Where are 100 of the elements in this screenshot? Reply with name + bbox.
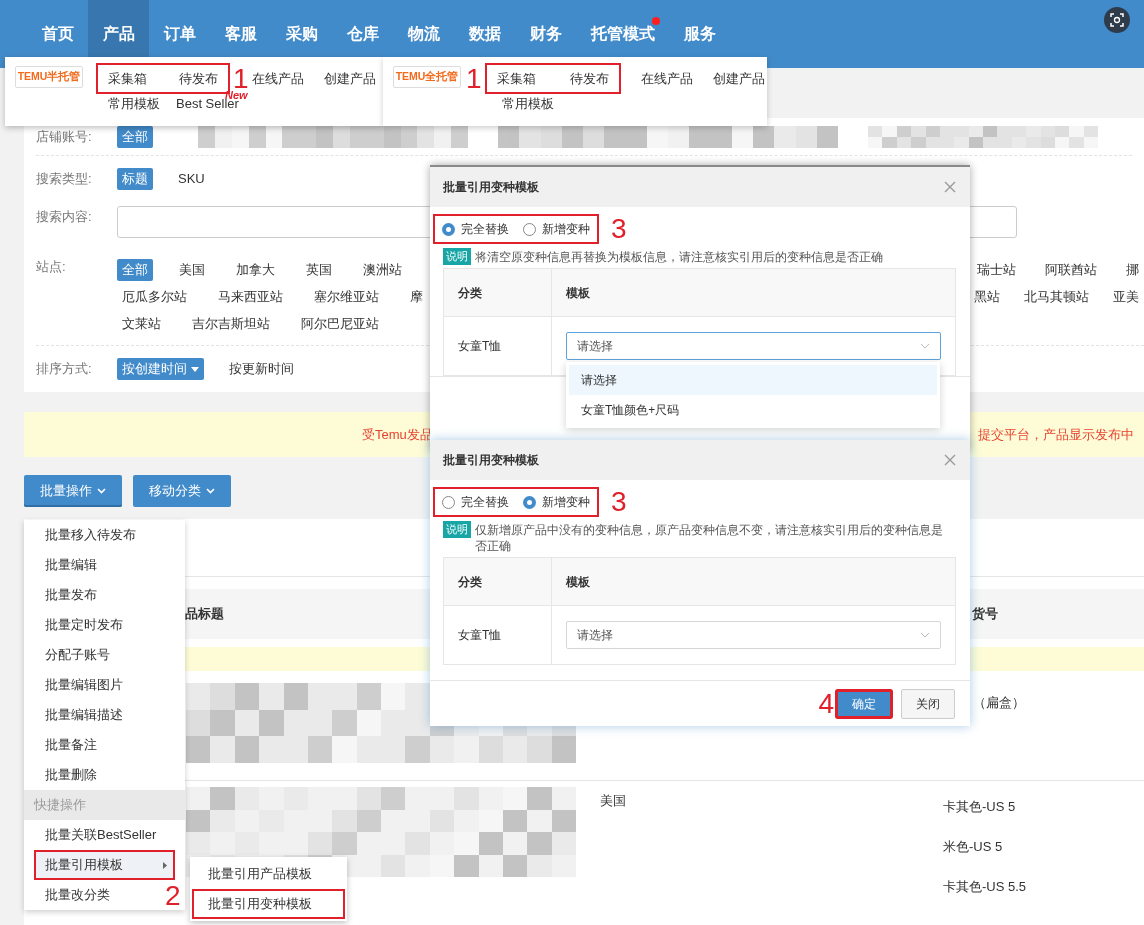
filter-option[interactable]: 加拿大: [231, 258, 280, 281]
menu-item[interactable]: 批量引用变种模板: [192, 889, 345, 919]
nav-tab[interactable]: 托管模式: [576, 0, 669, 68]
menu-item[interactable]: 批量编辑: [45, 550, 97, 580]
radio-button[interactable]: [442, 222, 455, 236]
filter-label: 站点:: [36, 258, 67, 276]
menu-link[interactable]: 待发布: [569, 68, 609, 89]
dialog-title: 批量引用变种模板: [443, 452, 539, 469]
menu-link[interactable]: 在线产品: [251, 68, 304, 89]
table-cell: 女童T恤: [444, 606, 552, 664]
radio-option[interactable]: 新增变种: [523, 493, 590, 511]
menu-item[interactable]: 批量改分类: [45, 880, 110, 910]
filter-option[interactable]: 吉尔吉斯坦站: [187, 312, 275, 335]
filter-option[interactable]: 挪: [1121, 258, 1144, 281]
menu-item[interactable]: 批量编辑图片: [45, 670, 123, 700]
annotation-number: 2: [165, 882, 181, 910]
menu-item[interactable]: 批量编辑描述: [45, 700, 123, 730]
menu-section-header: 快捷操作: [24, 790, 185, 820]
radio-option[interactable]: 新增变种: [523, 220, 590, 238]
table-cell-text: （扁盒）: [973, 694, 1025, 712]
menu-item[interactable]: 批量备注: [45, 730, 97, 760]
filter-option[interactable]: 阿联酋站: [1040, 258, 1102, 281]
filter-option[interactable]: 全部: [117, 126, 153, 148]
menu-item[interactable]: 分配子账号: [45, 640, 110, 670]
menu-item[interactable]: 批量发布: [45, 580, 97, 610]
filter-option[interactable]: 按创建时间: [117, 358, 204, 380]
select-field[interactable]: 请选择: [566, 332, 941, 360]
column-header: 货号: [971, 605, 999, 624]
menu-link[interactable]: 常用模板: [108, 94, 160, 114]
menu-link[interactable]: 在线产品: [640, 68, 693, 89]
filter-option[interactable]: 按更新时间: [224, 358, 299, 380]
menu-item[interactable]: 批量删除: [45, 760, 97, 790]
close-button[interactable]: [943, 453, 957, 467]
close-button[interactable]: 关闭: [901, 688, 955, 719]
note-text: 仅新增原产品中没有的变种信息，原产品变种信息不变，请注意核实引用后的变种信息是否正确: [475, 522, 943, 554]
column-header: 分类: [444, 269, 552, 316]
filter-option[interactable]: 澳洲站: [358, 258, 407, 281]
radio-option[interactable]: 完全替换: [442, 493, 509, 511]
filter-option[interactable]: 瑞士站: [972, 258, 1021, 281]
filter-option[interactable]: 英国: [301, 258, 337, 281]
menu-link[interactable]: 待发布: [179, 68, 218, 89]
dropdown-option[interactable]: 女童T恤颜色+尺码: [569, 395, 937, 425]
filter-label: 搜索类型:: [36, 170, 93, 188]
column-header: 模板: [565, 573, 591, 591]
annotation-number: 4: [818, 689, 834, 718]
menu-link[interactable]: 采集箱: [108, 68, 147, 89]
chevron-down-icon: [920, 343, 930, 349]
menu-link[interactable]: 创建产品: [712, 68, 765, 89]
fullscreen-icon: [1104, 7, 1130, 33]
confirm-button[interactable]: 确定: [835, 688, 893, 719]
toolbar-button[interactable]: 批量操作: [24, 475, 122, 507]
menu-item[interactable]: 批量关联BestSeller: [45, 820, 157, 850]
table-cell: 美国: [600, 793, 626, 808]
chevron-down-icon: [97, 488, 106, 494]
column-header: 品标题: [184, 605, 225, 624]
column-header: 模板: [565, 284, 591, 302]
filter-option[interactable]: 摩: [405, 285, 428, 308]
filter-label: 店铺账号:: [36, 128, 93, 146]
annotation-number: 1: [233, 62, 249, 94]
note-badge: 说明: [443, 248, 471, 265]
table-cell-text: 卡其色-US 5.5: [943, 878, 1027, 896]
temu-logo: TEMU半托管: [15, 66, 83, 88]
filter-option[interactable]: 马来西亚站: [213, 285, 288, 308]
filter-option[interactable]: 全部: [117, 258, 153, 281]
filter-option[interactable]: 文莱站: [117, 312, 166, 335]
chevron-down-icon: [920, 632, 930, 638]
select-field[interactable]: 请选择: [566, 621, 941, 649]
table-cell-text: 米色-US 5: [943, 838, 1003, 856]
dropdown-option[interactable]: 请选择: [569, 365, 937, 395]
filter-option[interactable]: 亚美: [1108, 285, 1144, 308]
filter-option[interactable]: 北马其顿站: [1019, 285, 1094, 308]
radio-option[interactable]: 完全替换: [442, 220, 509, 238]
filter-option[interactable]: SKU: [173, 168, 210, 190]
table-cell-text: 卡其色-US 5: [943, 798, 1016, 816]
table-cell: 女童T恤: [444, 317, 552, 375]
menu-item[interactable]: 批量引用模板: [34, 850, 175, 880]
menu-link[interactable]: 常用模板: [502, 94, 554, 114]
chevron-down-icon: [206, 488, 215, 494]
radio-button[interactable]: [523, 495, 536, 509]
menu-item[interactable]: 批量移入待发布: [45, 520, 136, 550]
filter-option[interactable]: 阿尔巴尼亚站: [296, 312, 384, 335]
filter-option[interactable]: 塞尔维亚站: [309, 285, 384, 308]
filter-option[interactable]: 黑站: [969, 285, 1005, 308]
toolbar-button[interactable]: 移动分类: [133, 475, 231, 507]
menu-link[interactable]: 创建产品: [323, 68, 376, 89]
close-icon: [943, 453, 957, 467]
filter-option[interactable]: 美国: [174, 258, 210, 281]
dialog-title: 批量引用变种模板: [443, 179, 539, 196]
filter-option[interactable]: 标题: [117, 168, 153, 190]
menu-item[interactable]: 批量引用产品模板: [192, 859, 345, 889]
menu-link[interactable]: 采集箱: [496, 68, 536, 89]
column-header: 分类: [444, 558, 552, 605]
close-button[interactable]: [943, 180, 957, 194]
annotation-number: 3: [611, 215, 627, 243]
annotation-number: 1: [466, 62, 482, 94]
filter-option[interactable]: 厄瓜多尔站: [117, 285, 192, 308]
menu-item[interactable]: 批量定时发布: [45, 610, 123, 640]
note-badge: 说明: [443, 521, 471, 538]
annotation-number: 3: [611, 488, 627, 516]
filter-label: 搜索内容:: [36, 208, 93, 226]
